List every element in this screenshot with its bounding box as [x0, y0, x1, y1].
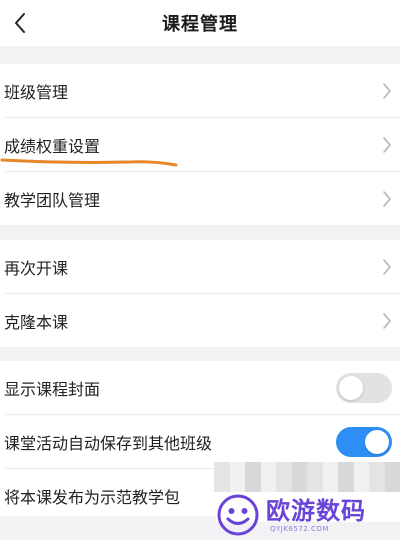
row-label: 将本课发布为示范教学包 [4, 487, 181, 507]
grade-weight-settings-row[interactable]: 成绩权重设置 [0, 118, 400, 171]
back-button[interactable] [0, 0, 40, 46]
course-settings-group: 班级管理 成绩权重设置 教学团队管理 [0, 64, 400, 225]
course-actions-group: 再次开课 克隆本课 [0, 240, 400, 347]
auto-save-toggle[interactable] [336, 426, 392, 457]
brand-logo-icon [217, 494, 259, 536]
chevron-right-icon [383, 82, 391, 99]
reopen-course-row[interactable]: 再次开课 [0, 240, 400, 293]
nav-bar: 课程管理 [0, 0, 400, 46]
toggle-knob [339, 375, 363, 400]
watermark-brand: 欧游数码 [266, 497, 366, 525]
toggle-knob [365, 429, 389, 454]
teaching-team-management-row[interactable]: 教学团队管理 [0, 172, 400, 225]
clone-course-row[interactable]: 克隆本课 [0, 294, 400, 347]
show-course-cover-row: 显示课程封面 [0, 361, 400, 414]
row-label: 成绩权重设置 [4, 136, 101, 156]
page-title: 课程管理 [162, 14, 238, 35]
row-label: 再次开课 [4, 258, 69, 278]
chevron-right-icon [383, 312, 391, 329]
mosaic-overlay [214, 462, 400, 492]
row-label: 显示课程封面 [4, 379, 101, 399]
row-label: 课堂活动自动保存到其他班级 [4, 433, 213, 453]
row-label: 班级管理 [4, 82, 69, 102]
bottom-strip [0, 516, 216, 540]
auto-save-activities-row: 课堂活动自动保存到其他班级 [0, 415, 400, 468]
watermark-url: QYJK6572.COM [270, 525, 329, 533]
row-label: 教学团队管理 [4, 190, 101, 210]
row-label: 克隆本课 [4, 312, 69, 332]
show-cover-toggle[interactable] [336, 372, 392, 403]
watermark: 欧游数码 QYJK6572.COM [216, 490, 400, 540]
chevron-left-icon [15, 13, 25, 33]
chevron-right-icon [383, 258, 391, 275]
class-management-row[interactable]: 班级管理 [0, 64, 400, 117]
chevron-right-icon [383, 190, 391, 207]
chevron-right-icon [383, 136, 391, 153]
